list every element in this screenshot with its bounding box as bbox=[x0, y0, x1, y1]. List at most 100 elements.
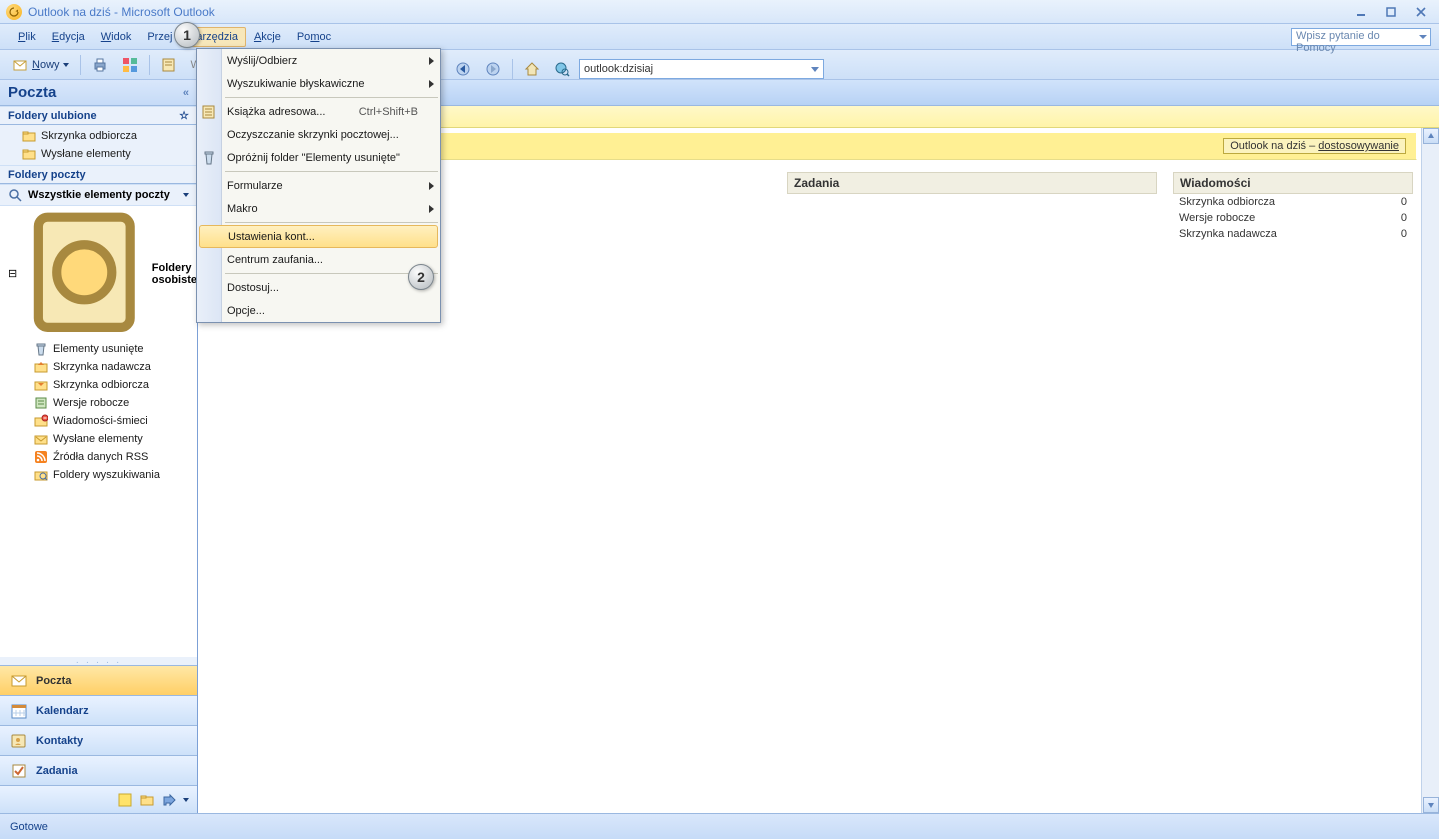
menu-item-5[interactable]: Opróżnij folder "Elementy usunięte" bbox=[197, 146, 440, 169]
menu-shortcut: Ctrl+Shift+B bbox=[359, 106, 418, 118]
menubar: Plik Edycja Widok Przej Narzędzia Akcje … bbox=[0, 24, 1439, 50]
msg-row-outbox[interactable]: Skrzynka nadawcza0 bbox=[1173, 226, 1413, 242]
new-button[interactable]: Nowy bbox=[8, 54, 74, 76]
nav-calendar[interactable]: Kalendarz bbox=[0, 695, 197, 725]
sent-icon bbox=[34, 432, 48, 446]
tree-item-rss[interactable]: Źródła danych RSS bbox=[0, 448, 197, 466]
tree-item-deleted[interactable]: Elementy usunięte bbox=[0, 340, 197, 358]
addressbook-icon bbox=[161, 57, 177, 73]
drafts-icon bbox=[34, 396, 48, 410]
new-mail-icon bbox=[13, 57, 29, 73]
folder-list-icon[interactable] bbox=[139, 792, 155, 808]
chevron-down-icon[interactable] bbox=[183, 193, 189, 197]
menu-item-14[interactable]: Opcje... bbox=[197, 299, 440, 322]
tree-item-search-folders[interactable]: Foldery wyszukiwania bbox=[0, 466, 197, 484]
nav-tasks[interactable]: Zadania bbox=[0, 755, 197, 785]
tree-item-inbox[interactable]: Skrzynka odbiorcza bbox=[0, 376, 197, 394]
chevron-down-icon[interactable] bbox=[809, 62, 821, 79]
sidebar-item-sent[interactable]: Wysłane elementy bbox=[0, 145, 197, 163]
print-button[interactable] bbox=[87, 54, 113, 76]
tree-item-junk[interactable]: Wiadomości-śmieci bbox=[0, 412, 197, 430]
menu-item-3[interactable]: Książka adresowa... Ctrl+Shift+B bbox=[197, 100, 440, 123]
menu-item-label: Centrum zaufania... bbox=[227, 254, 323, 266]
col-messages: Wiadomości Skrzynka odbiorcza0 Wersje ro… bbox=[1173, 172, 1413, 242]
menu-plik[interactable]: Plik bbox=[10, 27, 44, 47]
chevron-down-icon[interactable] bbox=[1418, 31, 1428, 43]
menu-item-label: Oczyszczanie skrzynki pocztowej... bbox=[227, 129, 399, 141]
menu-item-1[interactable]: Wyszukiwanie błyskawiczne bbox=[197, 72, 440, 95]
favorites-header[interactable]: Foldery ulubione☆ bbox=[0, 106, 197, 125]
tree-collapse-icon[interactable]: ⊟ bbox=[8, 267, 17, 280]
all-mail-items[interactable]: Wszystkie elementy poczty bbox=[0, 184, 197, 206]
help-placeholder: Wpisz pytanie do Pomocy bbox=[1296, 30, 1380, 54]
forward-button[interactable] bbox=[480, 58, 506, 80]
col-tasks-header: Zadania bbox=[787, 172, 1157, 194]
search-folder-icon bbox=[34, 468, 48, 482]
menu-item-4[interactable]: Oczyszczanie skrzynki pocztowej... bbox=[197, 123, 440, 146]
back-button[interactable] bbox=[450, 58, 476, 80]
forward-icon bbox=[485, 61, 501, 77]
nav-splitter[interactable]: · · · · · bbox=[0, 657, 197, 665]
menu-separator bbox=[225, 273, 438, 274]
menu-item-label: Ustawienia kont... bbox=[228, 231, 315, 243]
tree-item-outbox[interactable]: Skrzynka nadawcza bbox=[0, 358, 197, 376]
menu-separator bbox=[225, 97, 438, 98]
chevron-down-icon[interactable] bbox=[63, 63, 69, 67]
menu-edycja[interactable]: Edycja bbox=[44, 27, 93, 47]
navigation-pane: Poczta « Foldery ulubione☆ Skrzynka odbi… bbox=[0, 80, 198, 813]
sidebar-item-inbox[interactable]: Skrzynka odbiorcza bbox=[0, 127, 197, 145]
menu-item-label: Wyślij/Odbierz bbox=[227, 55, 297, 67]
col-messages-header: Wiadomości bbox=[1173, 172, 1413, 194]
nav-contacts[interactable]: Kontakty bbox=[0, 725, 197, 755]
submenu-arrow-icon bbox=[429, 182, 434, 190]
menu-item-7[interactable]: Formularze bbox=[197, 174, 440, 197]
tree-item-drafts[interactable]: Wersje robocze bbox=[0, 394, 197, 412]
menu-item-10[interactable]: Ustawienia kont... bbox=[199, 225, 438, 248]
globe-search-icon bbox=[554, 61, 570, 77]
toolbar-separator bbox=[80, 55, 81, 75]
scroll-down-button[interactable] bbox=[1423, 797, 1439, 813]
nav-mail[interactable]: Poczta bbox=[0, 665, 197, 695]
address-input[interactable]: outlook:dzisiaj bbox=[579, 59, 824, 79]
menu-item-8[interactable]: Makro bbox=[197, 197, 440, 220]
menu-item-label: Formularze bbox=[227, 180, 283, 192]
back-icon bbox=[455, 61, 471, 77]
store-icon bbox=[20, 208, 149, 340]
home-icon bbox=[524, 61, 540, 77]
browse-button[interactable] bbox=[549, 58, 575, 80]
scroll-up-button[interactable] bbox=[1423, 128, 1439, 144]
maximize-button[interactable] bbox=[1379, 4, 1403, 20]
shortcuts-icon[interactable] bbox=[161, 792, 177, 808]
msg-row-inbox[interactable]: Skrzynka odbiorcza0 bbox=[1173, 194, 1413, 210]
menu-item-label: Opcje... bbox=[227, 305, 265, 317]
toolbar-separator bbox=[512, 59, 513, 79]
categorize-button[interactable] bbox=[117, 54, 143, 76]
msg-row-drafts[interactable]: Wersje robocze0 bbox=[1173, 210, 1413, 226]
menu-akcje[interactable]: Akcje bbox=[246, 27, 289, 47]
menu-widok[interactable]: Widok bbox=[93, 27, 140, 47]
menu-item-0[interactable]: Wyślij/Odbierz bbox=[197, 49, 440, 72]
menu-item-11[interactable]: Centrum zaufania... bbox=[197, 248, 440, 271]
help-question-input[interactable]: Wpisz pytanie do Pomocy bbox=[1291, 28, 1431, 46]
status-text: Gotowe bbox=[10, 821, 48, 833]
folder-icon bbox=[22, 129, 36, 143]
menu-pomoc[interactable]: Pomoc bbox=[289, 27, 339, 47]
junk-icon bbox=[34, 414, 48, 428]
collapse-sidebar-button[interactable]: « bbox=[183, 87, 189, 99]
vertical-scrollbar[interactable] bbox=[1421, 128, 1439, 813]
inbox-icon bbox=[34, 378, 48, 392]
menu-item-13[interactable]: Dostosuj... bbox=[197, 276, 440, 299]
notes-icon[interactable] bbox=[117, 792, 133, 808]
tree-item-sent[interactable]: Wysłane elementy bbox=[0, 430, 197, 448]
customize-outlook-today-link[interactable]: Outlook na dziś – dostosowywanie bbox=[1223, 138, 1406, 154]
home-button[interactable] bbox=[519, 58, 545, 80]
minimize-button[interactable] bbox=[1349, 4, 1373, 20]
tree-root-personal-folders[interactable]: ⊟ Foldery osobiste bbox=[0, 208, 197, 340]
nav-icons-row bbox=[0, 785, 197, 813]
menu-item-label: Książka adresowa... bbox=[227, 106, 325, 118]
trash-icon bbox=[34, 342, 48, 356]
nav-configure-button[interactable] bbox=[183, 798, 189, 802]
close-button[interactable] bbox=[1409, 4, 1433, 20]
mailfolders-header[interactable]: Foldery poczty bbox=[0, 165, 197, 184]
addressbook-toolbar-button[interactable] bbox=[156, 54, 182, 76]
